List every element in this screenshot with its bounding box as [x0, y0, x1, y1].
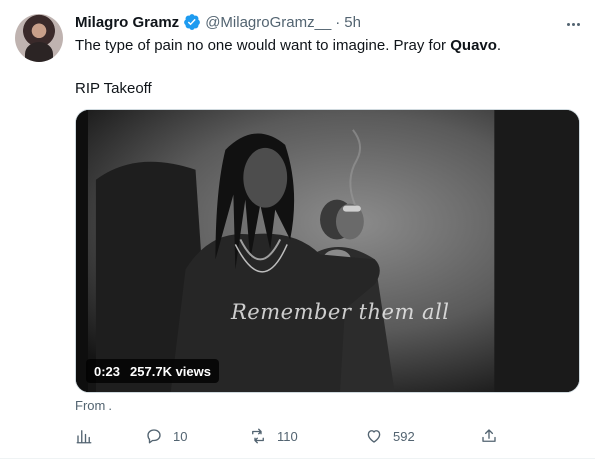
- like-button[interactable]: 592: [365, 424, 415, 448]
- source-label: From: [75, 398, 106, 413]
- share-icon: [482, 429, 496, 442]
- avatar[interactable]: [15, 14, 63, 62]
- like-count: 592: [393, 428, 415, 444]
- tweet-text-bold: Quavo: [450, 37, 497, 54]
- tweet-text-end: .: [496, 37, 502, 54]
- reply-icon: [147, 429, 161, 444]
- tweet-text-line1: The type of pain no one would want to im…: [75, 36, 501, 56]
- tweet-header: Milagro Gramz @MilagroGramz__ · 5h: [75, 12, 361, 32]
- tweet-card[interactable]: Milagro Gramz @MilagroGramz__ · 5h The t…: [0, 0, 595, 459]
- reply-button[interactable]: 10: [145, 424, 187, 448]
- verified-badge-icon: [184, 14, 201, 30]
- video-caption: Remember them all: [231, 300, 450, 324]
- retweet-count: 110: [277, 428, 298, 444]
- tweet-text-line2: RIP Takeoff: [75, 80, 152, 97]
- video-time: 0:23: [94, 363, 121, 379]
- analytics-button[interactable]: [75, 424, 93, 448]
- video-player[interactable]: Remember them all 0:23 257.7K views: [75, 109, 580, 393]
- author-name[interactable]: Milagro Gramz: [75, 14, 179, 31]
- heart-icon: [367, 430, 381, 443]
- tweet-timestamp[interactable]: 5h: [344, 14, 361, 31]
- video-views: 257.7K views: [130, 363, 211, 379]
- tweet-text-part: The type of pain no one would want to im…: [75, 37, 451, 54]
- tweet-actions: 10 110 592: [75, 424, 515, 448]
- source-attribution: From .: [75, 398, 112, 413]
- source-link[interactable]: .: [108, 398, 112, 413]
- share-button[interactable]: [480, 424, 498, 448]
- analytics-icon: [76, 430, 92, 444]
- separator-dot: ·: [335, 13, 341, 31]
- video-frame: [76, 110, 579, 392]
- retweet-icon: [252, 428, 264, 444]
- reply-count: 10: [173, 428, 188, 444]
- author-handle[interactable]: @MilagroGramz__: [205, 14, 331, 31]
- more-options-icon[interactable]: [561, 14, 585, 34]
- video-info-badge: 0:23 257.7K views: [86, 359, 219, 383]
- retweet-button[interactable]: 110: [249, 424, 298, 448]
